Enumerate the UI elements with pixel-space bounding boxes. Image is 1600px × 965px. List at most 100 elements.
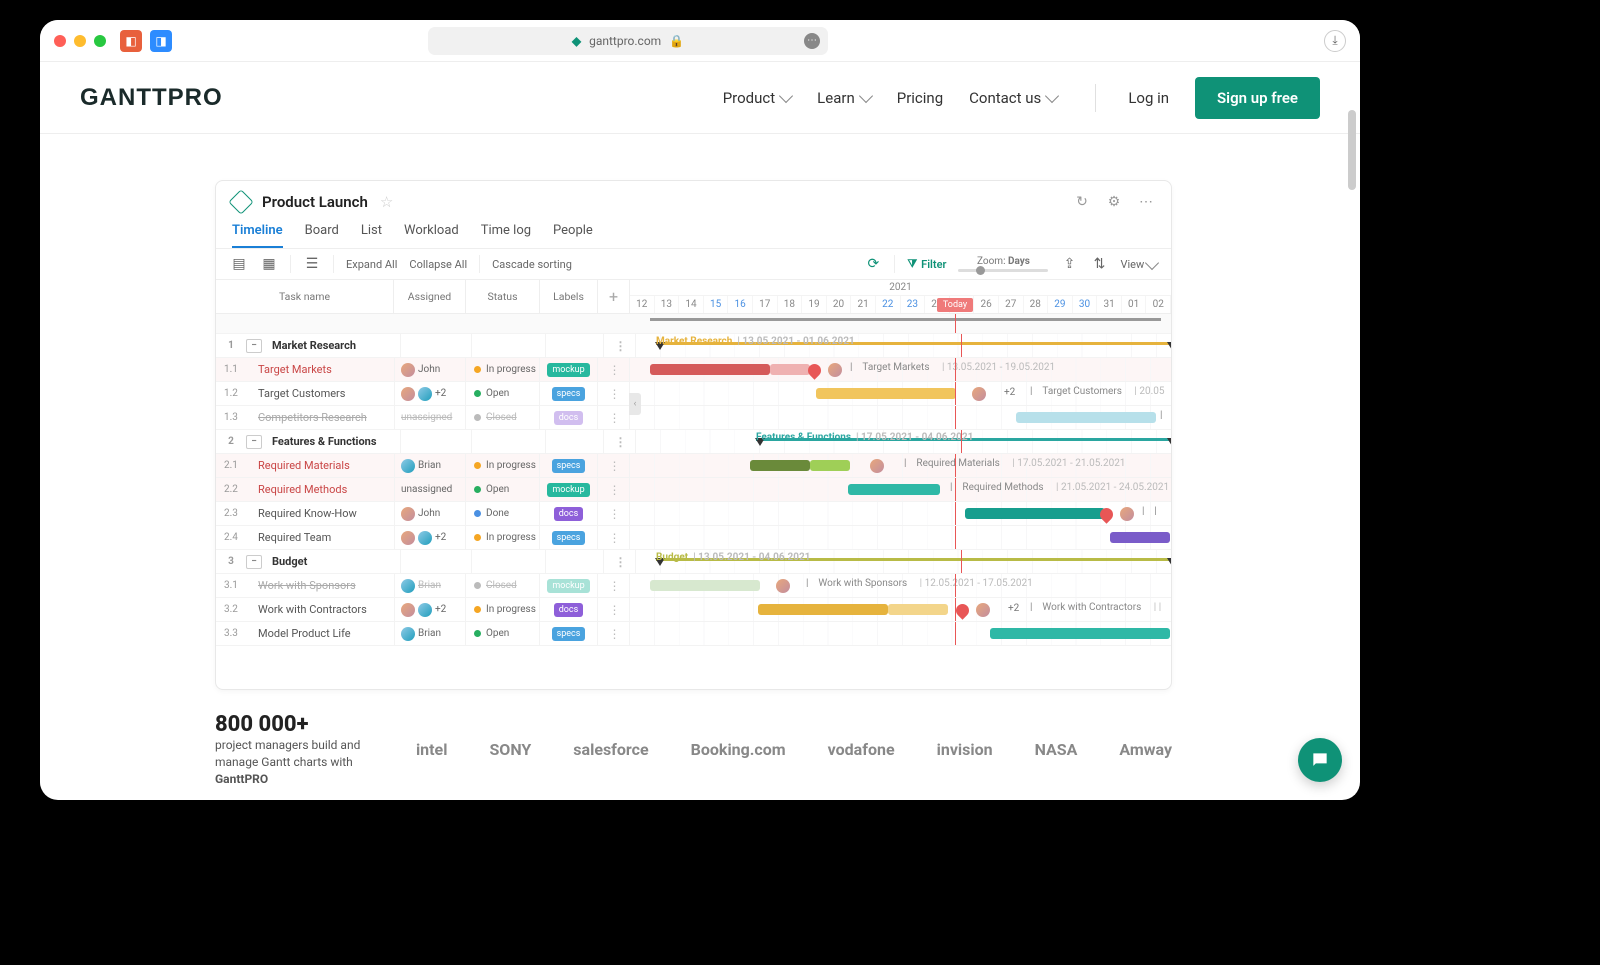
minimize-window-icon[interactable] [74, 35, 86, 47]
gantt-bar[interactable] [1110, 532, 1170, 543]
sliders-icon[interactable]: ⚙ [1105, 193, 1123, 211]
status-cell[interactable]: Open [466, 382, 540, 405]
row-menu-icon[interactable]: ⋮ [598, 382, 630, 405]
download-icon[interactable]: ⤓ [1324, 30, 1346, 52]
label-cell[interactable]: docs [540, 502, 598, 525]
tab-time-log[interactable]: Time log [481, 217, 531, 248]
row-menu-icon[interactable]: ⋮ [598, 454, 630, 477]
assigned-cell[interactable]: +2 [394, 382, 466, 405]
group-row[interactable]: 1−Market Research ⋮ Market Research | 13… [216, 334, 1171, 358]
label-cell[interactable]: specs [540, 454, 598, 477]
gantt-bar[interactable] [816, 388, 956, 399]
assigned-cell[interactable]: +2 [394, 526, 466, 549]
row-menu-icon[interactable]: ⋮ [598, 478, 630, 501]
zoom-slider[interactable] [958, 269, 1048, 272]
row-menu-icon[interactable]: ⋮ [604, 430, 636, 453]
close-window-icon[interactable] [54, 35, 66, 47]
status-cell[interactable]: Open [466, 622, 540, 645]
row-menu-icon[interactable]: ⋮ [604, 550, 636, 573]
assigned-cell[interactable]: +2 [394, 598, 466, 621]
page-scrollbar[interactable] [1348, 110, 1356, 190]
gantt-bar[interactable] [848, 484, 940, 495]
group-row[interactable]: 3−Budget ⋮ Budget | 13.05.2021 - 04.06.2… [216, 550, 1171, 574]
zoom-control[interactable]: Zoom: Days [958, 256, 1048, 272]
gantt-bar[interactable] [750, 460, 810, 471]
filter-button[interactable]: ⧩Filter [907, 257, 946, 271]
assigned-cell[interactable]: Brian [394, 622, 466, 645]
label-cell[interactable]: specs [540, 382, 598, 405]
nav-contact[interactable]: Contact us [969, 89, 1057, 107]
gantt-bar[interactable] [1016, 412, 1156, 423]
gantt-bar[interactable] [650, 580, 760, 591]
label-cell[interactable]: mockup [540, 358, 598, 381]
more-icon[interactable]: ⋯ [1137, 193, 1155, 211]
row-menu-icon[interactable]: ⋮ [598, 502, 630, 525]
nav-learn[interactable]: Learn [817, 89, 871, 107]
collapse-all[interactable]: Collapse All [409, 258, 467, 271]
row-menu-icon[interactable]: ⋮ [598, 574, 630, 597]
status-cell[interactable]: In progress [466, 358, 540, 381]
assigned-cell[interactable]: Brian [394, 454, 466, 477]
row-menu-icon[interactable]: ⋮ [598, 358, 630, 381]
layout-icon-1[interactable]: ▤ [230, 255, 248, 273]
assigned-cell[interactable]: John [394, 358, 466, 381]
assigned-cell[interactable]: unassigned [394, 406, 466, 429]
label-cell[interactable]: docs [540, 406, 598, 429]
chat-widget[interactable] [1298, 738, 1342, 782]
tab-people[interactable]: People [553, 217, 593, 248]
collapse-grid-handle[interactable]: ‹ [629, 393, 641, 415]
task-row[interactable]: 1.1Target Markets John In progress mocku… [216, 358, 1171, 382]
label-cell[interactable]: specs [540, 622, 598, 645]
row-menu-icon[interactable]: ⋮ [598, 622, 630, 645]
status-cell[interactable]: In progress [466, 454, 540, 477]
reader-icon[interactable]: ⋯ [804, 33, 820, 49]
outline-icon[interactable]: ☰ [303, 255, 321, 273]
collapse-icon[interactable]: − [246, 555, 262, 569]
add-column-button[interactable]: + [598, 280, 630, 313]
task-row[interactable]: 3.2Work with Contractors +2 In progress … [216, 598, 1171, 622]
task-row[interactable]: 2.4Required Team +2 In progress specs ⋮ [216, 526, 1171, 550]
login-link[interactable]: Log in [1128, 89, 1169, 107]
row-menu-icon[interactable]: ⋮ [604, 334, 636, 357]
tab-list[interactable]: List [361, 217, 382, 248]
gantt-bar[interactable] [758, 604, 888, 615]
tab-timeline[interactable]: Timeline [232, 217, 283, 248]
logo[interactable]: GANTTPRO [80, 84, 223, 112]
gantt-bar[interactable] [990, 628, 1170, 639]
assigned-cell[interactable]: John [394, 502, 466, 525]
row-menu-icon[interactable]: ⋮ [598, 406, 630, 429]
task-row[interactable]: 2.2Required Methods unassigned Open mock… [216, 478, 1171, 502]
refresh-icon[interactable]: ⟳ [864, 255, 882, 273]
nav-product[interactable]: Product [723, 89, 791, 107]
nav-pricing[interactable]: Pricing [897, 89, 943, 107]
task-row[interactable]: 1.3Competitors Research unassigned Close… [216, 406, 1171, 430]
gantt-bar[interactable] [965, 508, 1105, 519]
assigned-cell[interactable]: unassigned [394, 478, 466, 501]
tab-workload[interactable]: Workload [404, 217, 459, 248]
task-row[interactable]: 2.1Required Materials Brian In progress … [216, 454, 1171, 478]
task-row[interactable]: 2.3Required Know-How John Done docs ⋮ | … [216, 502, 1171, 526]
layout-icon-2[interactable]: ▦ [260, 255, 278, 273]
assigned-cell[interactable]: Brian [394, 574, 466, 597]
star-icon[interactable]: ☆ [380, 193, 393, 211]
cascade-sorting[interactable]: Cascade sorting [492, 258, 572, 271]
task-row[interactable]: 3.1Work with Sponsors Brian Closed mocku… [216, 574, 1171, 598]
tab-board[interactable]: Board [305, 217, 339, 248]
row-menu-icon[interactable]: ⋮ [598, 598, 630, 621]
status-cell[interactable]: Open [466, 478, 540, 501]
label-cell[interactable]: mockup [540, 478, 598, 501]
gantt-bar[interactable] [888, 604, 948, 615]
url-bar[interactable]: ◆ ganttpro.com 🔒 ⋯ [428, 27, 828, 55]
history-icon[interactable]: ↻ [1073, 193, 1091, 211]
maximize-window-icon[interactable] [94, 35, 106, 47]
status-cell[interactable]: In progress [466, 598, 540, 621]
collapse-icon[interactable]: − [246, 435, 262, 449]
task-row[interactable]: 1.2Target Customers +2 Open specs ⋮ +2| … [216, 382, 1171, 406]
status-cell[interactable]: Closed [466, 574, 540, 597]
gantt-bar[interactable] [770, 364, 810, 375]
status-cell[interactable]: In progress [466, 526, 540, 549]
label-cell[interactable]: docs [540, 598, 598, 621]
group-row[interactable]: 2−Features & Functions ⋮ Features & Func… [216, 430, 1171, 454]
gantt-bar[interactable] [650, 364, 770, 375]
signup-button[interactable]: Sign up free [1195, 77, 1320, 119]
